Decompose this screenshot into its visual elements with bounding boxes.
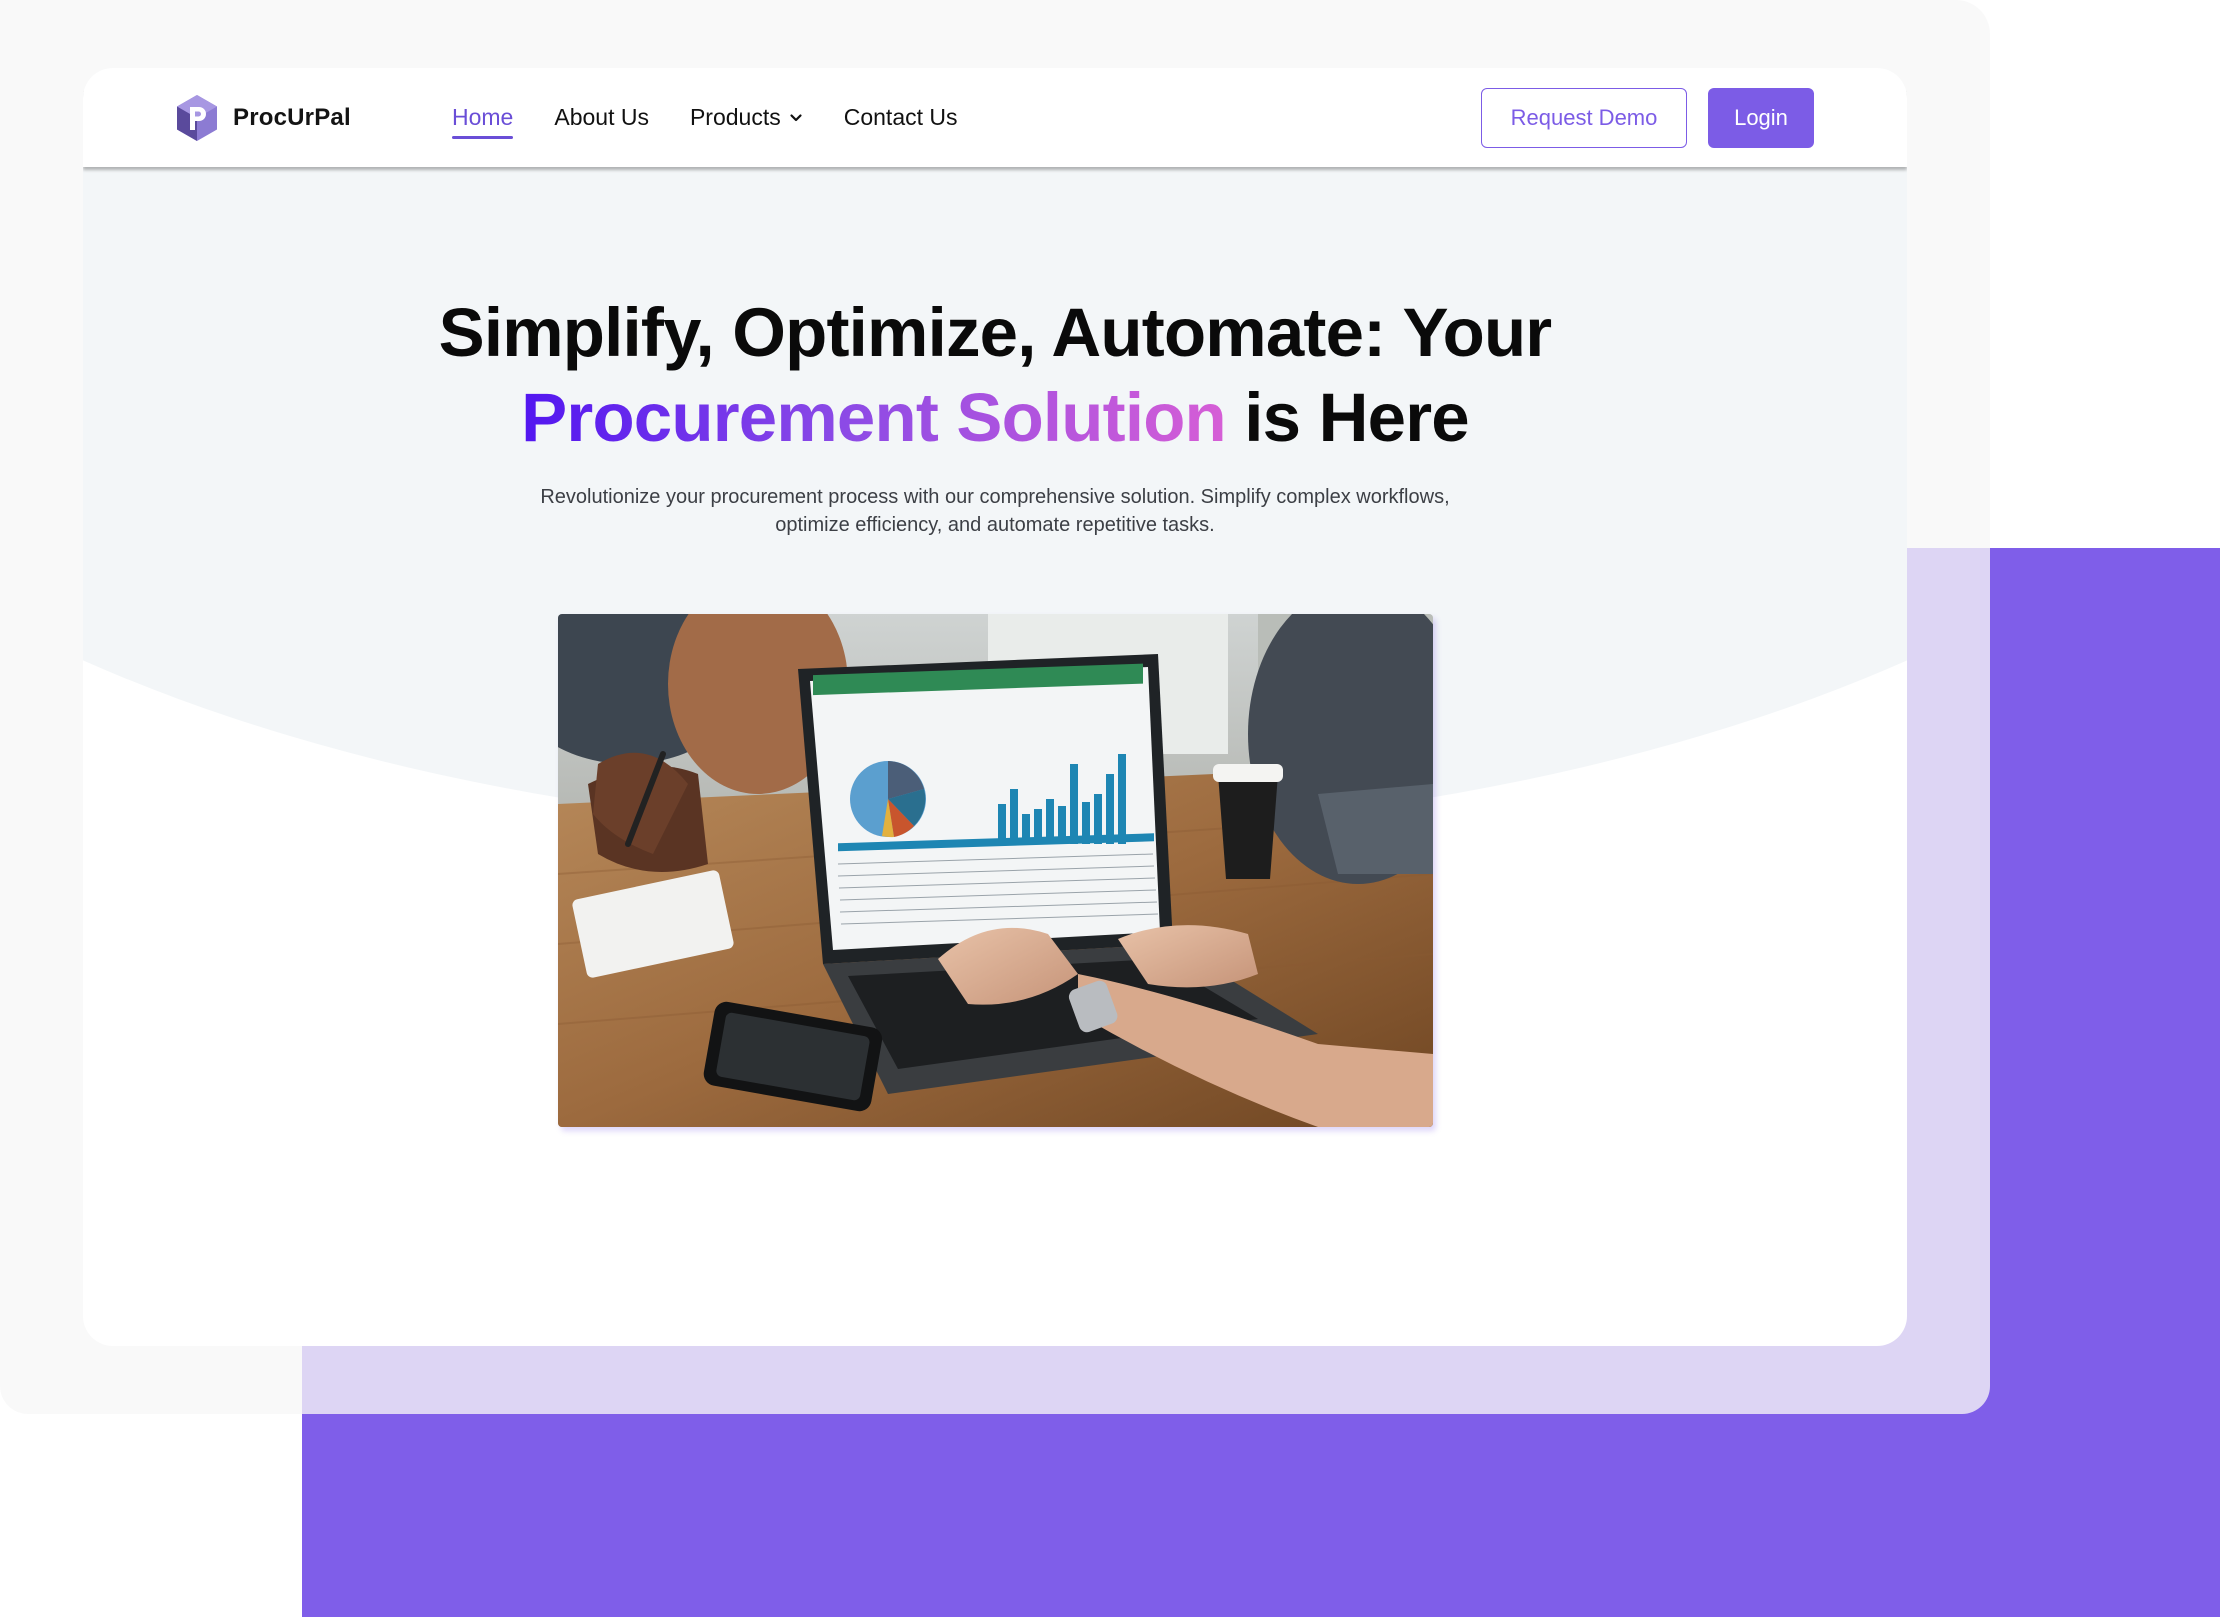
nav-about-us[interactable]: About Us [554,104,649,131]
brand-name: ProcUrPal [233,104,351,131]
laptop-meeting-photo [558,614,1433,1127]
page-canvas: ProcUrPal Home About Us Products Contact… [0,0,2220,1617]
website-window: ProcUrPal Home About Us Products Contact… [83,68,1907,1346]
nav-products-dropdown[interactable]: Products [690,104,803,131]
hero-title-tail: is Here [1225,379,1469,456]
hero-title: Simplify, Optimize, Automate: Your Procu… [83,290,1907,460]
nav-products-label: Products [689,104,781,130]
nav-links: Home About Us Products Contact Us [452,68,958,167]
hero-image [558,614,1433,1127]
request-demo-button[interactable]: Request Demo [1481,88,1687,148]
nav-about-us-label: About Us [554,104,649,130]
login-button[interactable]: Login [1708,88,1814,148]
nav-contact-us-label: Contact Us [843,104,958,130]
hexagon-p-logo-icon [177,95,217,141]
nav-contact-us[interactable]: Contact Us [844,104,958,131]
chevron-down-icon [790,113,802,121]
nav-home-label: Home [452,104,514,130]
hero-title-highlight: Procurement Solution [521,379,1227,456]
hero-title-line1: Simplify, Optimize, Automate: Your [438,294,1552,371]
nav-home[interactable]: Home [452,104,514,139]
hero-subtitle: Revolutionize your procurement process w… [540,486,1450,536]
brand-logo[interactable]: ProcUrPal [173,93,351,143]
top-navbar: ProcUrPal Home About Us Products Contact… [83,68,1907,167]
